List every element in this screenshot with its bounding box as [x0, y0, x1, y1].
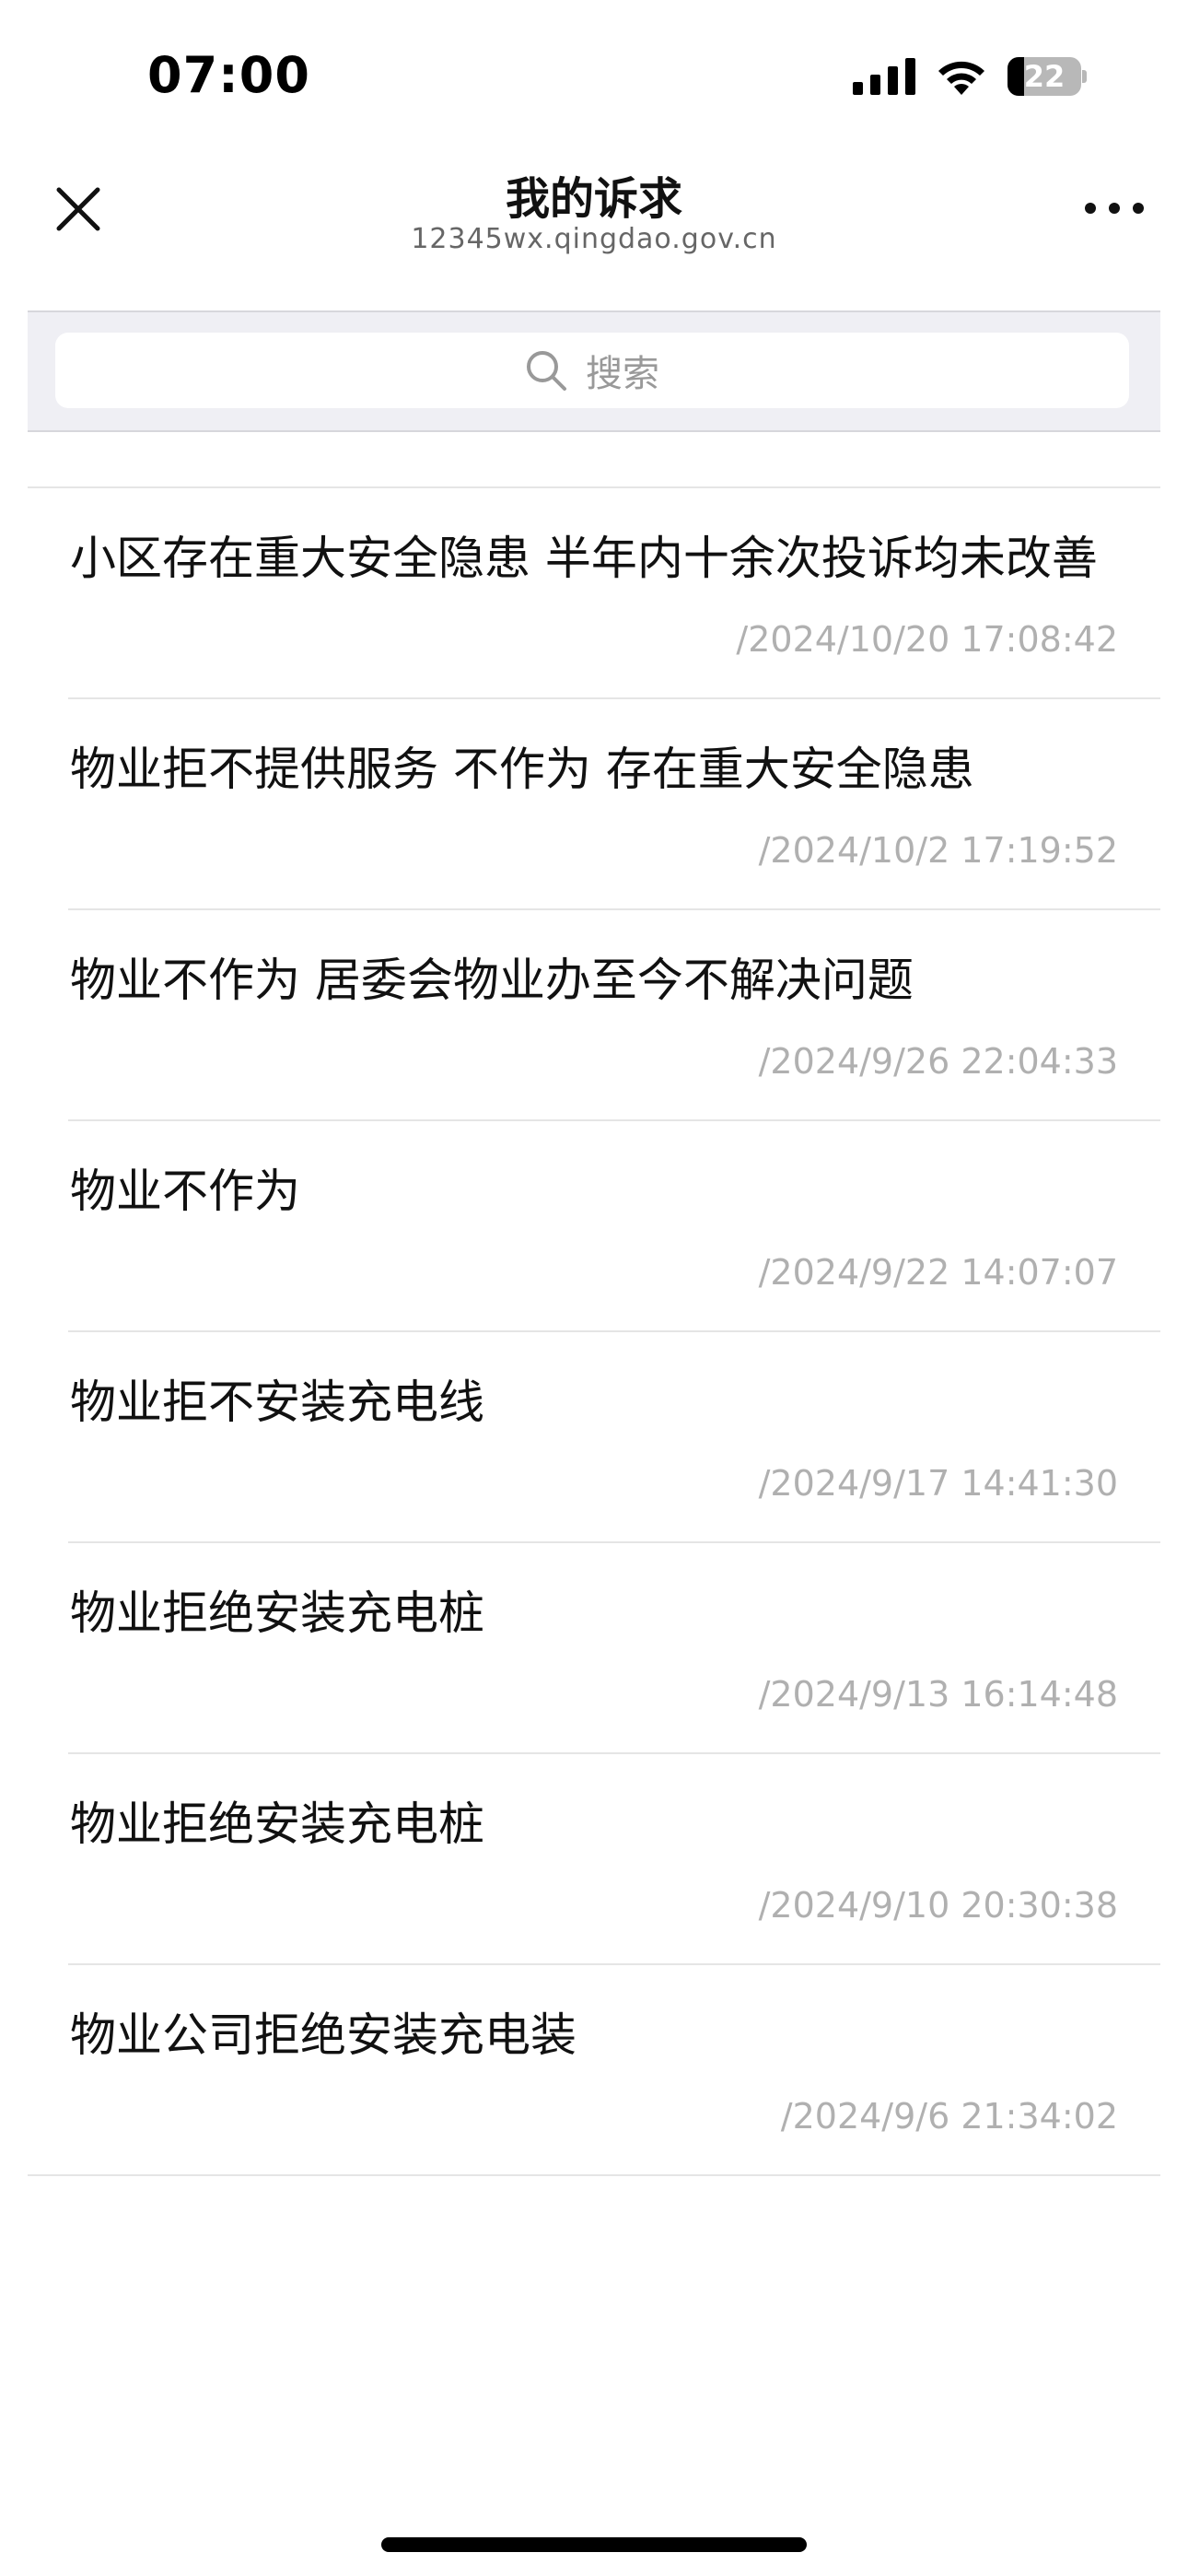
- search-input[interactable]: 搜索: [55, 333, 1129, 408]
- item-time: /2024/9/17 14:41:30: [758, 1463, 1118, 1504]
- home-indicator[interactable]: [381, 2537, 807, 2552]
- list-item[interactable]: 物业不作为 /2024/9/22 14:07:07: [68, 1121, 1160, 1332]
- status-time: 07:00: [147, 46, 310, 104]
- list-item[interactable]: 物业拒不提供服务 不作为 存在重大安全隐患 /2024/10/2 17:19:5…: [68, 699, 1160, 910]
- item-title: 物业拒不安装充电线: [70, 1376, 484, 1429]
- item-time: /2024/9/10 20:30:38: [758, 1885, 1118, 1926]
- item-title: 物业不作为 居委会物业办至今不解决问题: [70, 954, 914, 1007]
- item-title: 物业公司拒绝安装充电装: [70, 2008, 577, 2062]
- request-list: 小区存在重大安全隐患 半年内十余次投诉均未改善 /2024/10/20 17:0…: [28, 486, 1160, 2176]
- item-title: 物业拒绝安装充电桩: [70, 1587, 484, 1640]
- battery-body: 22: [1007, 57, 1081, 96]
- item-time: /2024/9/13 16:14:48: [758, 1674, 1118, 1715]
- list-item[interactable]: 物业拒绝安装充电桩 /2024/9/13 16:14:48: [68, 1543, 1160, 1754]
- list-item[interactable]: 小区存在重大安全隐患 半年内十余次投诉均未改善 /2024/10/20 17:0…: [68, 488, 1160, 699]
- search-icon: [527, 351, 566, 391]
- signal-icon: [853, 58, 915, 95]
- item-time: /2024/9/6 21:34:02: [780, 2096, 1118, 2137]
- list-item[interactable]: 物业拒绝安装充电桩 /2024/9/10 20:30:38: [68, 1754, 1160, 1965]
- page-url: 12345wx.qingdao.gov.cn: [411, 223, 777, 255]
- item-time: /2024/9/22 14:07:07: [758, 1252, 1118, 1293]
- more-icon: [1085, 203, 1144, 214]
- status-icons: 22: [853, 57, 1087, 96]
- item-title: 物业拒绝安装充电桩: [70, 1797, 484, 1851]
- battery-icon: 22: [1007, 57, 1087, 96]
- item-time: /2024/9/26 22:04:33: [758, 1041, 1118, 1082]
- item-time: /2024/10/20 17:08:42: [736, 619, 1118, 660]
- page-title: 我的诉求: [505, 173, 682, 225]
- search-area: 搜索: [28, 310, 1160, 432]
- battery-level: 22: [1023, 59, 1066, 94]
- battery-cap: [1082, 70, 1087, 83]
- screen: 07:00 22 我的诉求 12345wx.qingdao.gov.cn 搜索 …: [0, 0, 1188, 2576]
- wifi-icon: [938, 61, 984, 95]
- list-item[interactable]: 物业不作为 居委会物业办至今不解决问题 /2024/9/26 22:04:33: [68, 910, 1160, 1121]
- nav-bar: 我的诉求 12345wx.qingdao.gov.cn: [0, 138, 1188, 310]
- list-item[interactable]: 物业公司拒绝安装充电装 /2024/9/6 21:34:02: [28, 1965, 1160, 2176]
- search-placeholder: 搜索: [586, 353, 659, 395]
- more-button[interactable]: [1077, 190, 1151, 227]
- item-title: 小区存在重大安全隐患 半年内十余次投诉均未改善: [70, 532, 1098, 585]
- item-title: 物业拒不提供服务 不作为 存在重大安全隐患: [70, 743, 974, 796]
- status-bar: 07:00 22: [0, 0, 1188, 138]
- item-time: /2024/10/2 17:19:52: [758, 830, 1118, 871]
- item-title: 物业不作为: [70, 1165, 300, 1218]
- list-item[interactable]: 物业拒不安装充电线 /2024/9/17 14:41:30: [68, 1332, 1160, 1543]
